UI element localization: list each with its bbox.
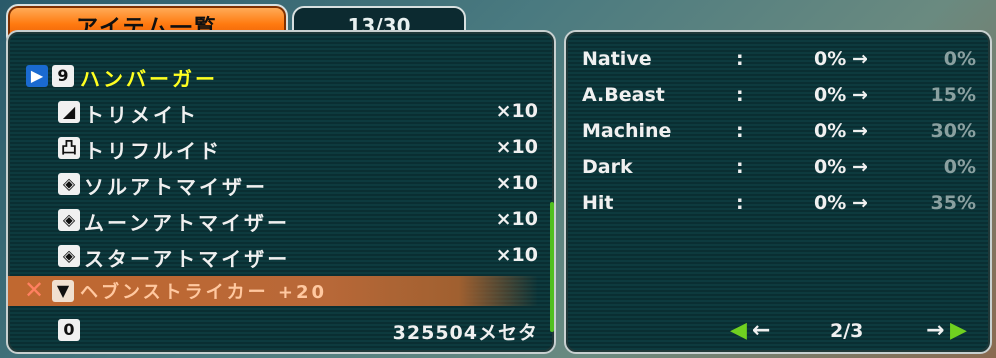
stat-current: 0% <box>814 192 847 214</box>
list-item[interactable]: ◈ スターアトマイザー ×10 <box>8 240 538 274</box>
cursor-icon: ▶ <box>26 65 48 87</box>
item-name: ソルアトマイザー <box>84 175 268 199</box>
item-qty: ×10 <box>495 100 538 122</box>
item-name: ヘブンストライカー +20 <box>80 282 328 303</box>
item-name: トリフルイド <box>84 139 222 163</box>
list-scrollbar[interactable] <box>550 202 554 332</box>
stat-next: 35% <box>930 192 976 214</box>
stat-label: Native <box>582 48 652 70</box>
list-item[interactable]: ✕ ▼ ヘブンストライカー +20 <box>8 276 538 306</box>
atomizer-icon: ◈ <box>58 173 80 195</box>
stat-next: 30% <box>930 120 976 142</box>
stat-current: 0% <box>814 156 847 178</box>
item-qty: ×10 <box>495 244 538 266</box>
item-list-panel: ▶ 9 ハンバーガー ◢ トリメイト ×10 凸 トリフルイド ×10 ◈ ソル… <box>6 30 556 354</box>
list-item[interactable]: ◈ ムーンアトマイザー ×10 <box>8 204 538 238</box>
item-name: スターアトマイザー <box>84 247 291 271</box>
stat-colon: : <box>736 156 744 178</box>
stat-next: 0% <box>943 156 976 178</box>
arrow-right-icon: → <box>852 156 868 178</box>
item-name: ムーンアトマイザー <box>84 211 290 235</box>
stat-row: Hit : 0% → 35% <box>582 192 976 222</box>
stat-next: 0% <box>943 48 976 70</box>
stat-colon: : <box>736 84 744 106</box>
weapon-icon: 9 <box>52 65 74 87</box>
stat-current: 0% <box>814 84 847 106</box>
list-item[interactable]: ▶ 9 ハンバーガー <box>8 60 538 94</box>
arrow-right-icon: → <box>852 192 868 214</box>
list-item[interactable]: ◈ ソルアトマイザー ×10 <box>8 168 538 202</box>
stat-colon: : <box>736 120 744 142</box>
list-item[interactable]: ◢ トリメイト ×10 <box>8 96 538 130</box>
item-qty: ×10 <box>495 172 538 194</box>
stat-label: A.Beast <box>582 84 665 106</box>
arrow-right-icon: → <box>852 84 868 106</box>
item-name: ハンバーガー <box>80 67 218 91</box>
item-name: トリメイト <box>84 103 199 127</box>
stat-current: 0% <box>814 120 847 142</box>
mate-icon: ◢ <box>58 101 80 123</box>
item-qty: ×10 <box>495 208 538 230</box>
stat-row: Machine : 0% → 30% <box>582 120 976 150</box>
list-item: 0 325504メセタ <box>8 314 538 348</box>
weapon-icon: ▼ <box>52 280 74 302</box>
atomizer-icon: ◈ <box>58 245 80 267</box>
stat-label: Machine <box>582 120 672 142</box>
prev-page-icon[interactable]: ◀ <box>730 318 747 343</box>
stat-next: 15% <box>930 84 976 106</box>
meseta-icon: 0 <box>58 319 80 341</box>
stat-row: Native : 0% → 0% <box>582 48 976 78</box>
meseta-amount: 325504メセタ <box>392 322 538 344</box>
list-item[interactable]: 凸 トリフルイド ×10 <box>8 132 538 166</box>
page-indicator: 2/3 <box>830 320 864 342</box>
stat-row: Dark : 0% → 0% <box>582 156 976 186</box>
next-arrow-icon[interactable]: → <box>926 318 944 343</box>
item-qty: ×10 <box>495 136 538 158</box>
stat-label: Hit <box>582 192 614 214</box>
prev-arrow-icon[interactable]: ← <box>752 318 770 343</box>
stat-row: A.Beast : 0% → 15% <box>582 84 976 114</box>
stat-current: 0% <box>814 48 847 70</box>
stat-label: Dark <box>582 156 633 178</box>
unequip-x-icon: ✕ <box>24 276 45 304</box>
next-page-icon[interactable]: ▶ <box>950 318 967 343</box>
arrow-right-icon: → <box>852 120 868 142</box>
fluid-icon: 凸 <box>58 137 80 159</box>
atomizer-icon: ◈ <box>58 209 80 231</box>
arrow-right-icon: → <box>852 48 868 70</box>
stat-colon: : <box>736 48 744 70</box>
stats-panel: Native : 0% → 0% A.Beast : 0% → 15% Mach… <box>564 30 992 354</box>
stats-pager: ◀ ← 2/3 → ▶ <box>564 318 988 348</box>
stat-colon: : <box>736 192 744 214</box>
